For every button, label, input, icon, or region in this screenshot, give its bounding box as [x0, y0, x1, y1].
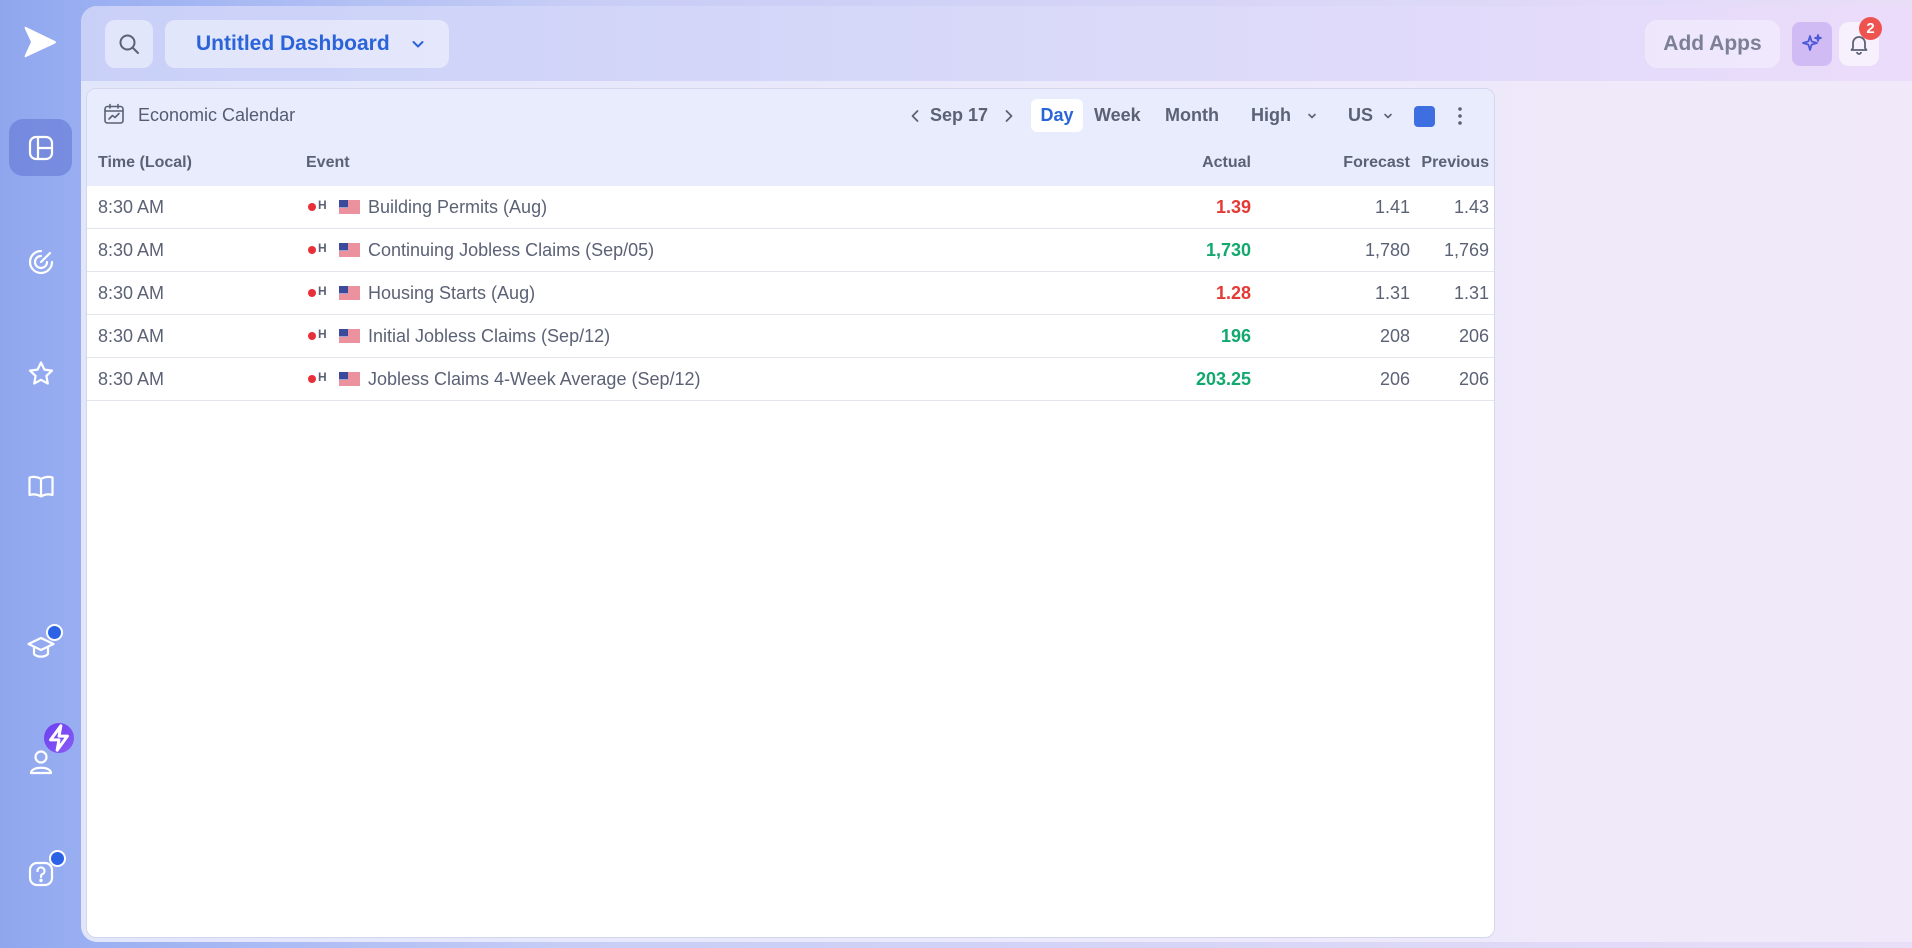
dashboard-selector[interactable]: Untitled Dashboard	[165, 20, 449, 68]
actual-value: 1,730	[1205, 240, 1251, 260]
actual-value: 203.25	[1195, 369, 1251, 389]
importance-label: H	[318, 284, 327, 298]
importance-label: H	[318, 327, 327, 341]
sidebar-item-profile[interactable]	[9, 723, 74, 790]
table-row[interactable]: 8:30 AM H Initial Jobless Claims (Sep/12…	[87, 315, 1494, 358]
widget-title: Economic Calendar	[138, 105, 296, 125]
new-badge	[46, 624, 63, 641]
table-row[interactable]: 8:30 AM H Continuing Jobless Claims (Sep…	[87, 229, 1494, 272]
actual-value: 196	[1220, 326, 1251, 346]
previous-value: 206	[1458, 326, 1489, 346]
table-row[interactable]: 8:30 AM H Housing Starts (Aug) 1.28 1.31…	[87, 272, 1494, 315]
widget-color-swatch[interactable]	[1414, 106, 1435, 127]
previous-value: 1.31	[1453, 283, 1489, 303]
view-week-tab[interactable]: Week	[1094, 105, 1141, 126]
prev-date-button[interactable]	[907, 107, 923, 125]
economic-calendar-widget: Economic Calendar Sep 17 Day Week Month …	[86, 88, 1495, 938]
actual-value: 1.39	[1215, 197, 1251, 217]
app-logo[interactable]	[22, 24, 58, 60]
widget-header: Economic Calendar Sep 17 Day Week Month …	[87, 89, 1494, 186]
importance-dot	[308, 203, 316, 211]
event-name: Initial Jobless Claims (Sep/12)	[368, 326, 611, 346]
search-button[interactable]	[105, 20, 153, 68]
view-day-tab[interactable]: Day	[1031, 99, 1083, 132]
book-icon	[27, 475, 54, 498]
chevron-down-icon	[1384, 113, 1392, 119]
bolt-icon	[49, 724, 69, 752]
previous-value: 1.43	[1453, 197, 1489, 217]
next-date-button[interactable]	[1001, 107, 1017, 125]
importance-label: H	[318, 198, 327, 212]
view-month-tab[interactable]: Month	[1165, 105, 1219, 126]
table-row[interactable]: 8:30 AM H Jobless Claims 4-Week Average …	[87, 358, 1494, 401]
event-name: Continuing Jobless Claims (Sep/05)	[368, 240, 655, 260]
previous-value: 206	[1458, 369, 1489, 389]
top-bar: Untitled Dashboard Add Apps 2	[81, 6, 1912, 81]
sidebar-item-learn[interactable]	[9, 619, 72, 676]
us-flag-icon	[339, 372, 360, 386]
us-flag-icon	[339, 243, 360, 257]
column-header-actual: Actual	[1202, 154, 1251, 171]
bolt-badge	[44, 723, 74, 753]
sidebar	[0, 0, 81, 948]
main-area: Untitled Dashboard Add Apps 2 Economic C…	[81, 6, 1912, 942]
event-time: 8:30 AM	[98, 326, 165, 346]
sparkle-icon	[1802, 34, 1822, 51]
ai-assistant-button[interactable]	[1792, 22, 1832, 66]
country-filter[interactable]: US	[1348, 105, 1373, 126]
table-row[interactable]: 8:30 AM H Building Permits (Aug) 1.39 1.…	[87, 186, 1494, 229]
column-header-event: Event	[306, 154, 350, 171]
event-time: 8:30 AM	[98, 283, 165, 303]
star-icon	[28, 360, 53, 385]
actual-value: 1.28	[1215, 283, 1251, 303]
chevron-down-icon	[1308, 113, 1316, 119]
importance-filter[interactable]: High	[1251, 105, 1291, 126]
calendar-chart-icon	[104, 103, 124, 124]
column-header-previous: Previous	[1421, 154, 1489, 171]
previous-value: 1,769	[1443, 240, 1489, 260]
event-time: 8:30 AM	[98, 197, 165, 217]
radar-icon	[28, 249, 53, 274]
importance-dot	[308, 246, 316, 254]
current-date[interactable]: Sep 17	[930, 105, 988, 126]
chevron-down-icon	[412, 41, 424, 48]
add-apps-button[interactable]: Add Apps	[1645, 20, 1780, 68]
event-time: 8:30 AM	[98, 240, 165, 260]
dashboard-icon	[28, 135, 53, 160]
sidebar-item-favorites[interactable]	[9, 345, 72, 402]
importance-dot	[308, 332, 316, 340]
new-badge	[49, 850, 66, 867]
event-name: Jobless Claims 4-Week Average (Sep/12)	[368, 369, 701, 389]
dashboard-title: Untitled Dashboard	[196, 32, 390, 55]
notification-count-badge: 2	[1859, 17, 1882, 40]
event-name: Housing Starts (Aug)	[368, 283, 536, 303]
column-header-time: Time (Local)	[98, 154, 192, 171]
importance-dot	[308, 289, 316, 297]
sidebar-item-library[interactable]	[9, 457, 72, 514]
us-flag-icon	[339, 329, 360, 343]
sidebar-item-radar[interactable]	[9, 233, 72, 290]
importance-label: H	[318, 370, 327, 384]
sidebar-item-help[interactable]	[9, 845, 72, 902]
event-name: Building Permits (Aug)	[368, 197, 548, 217]
importance-dot	[308, 375, 316, 383]
us-flag-icon	[339, 286, 360, 300]
search-icon	[119, 34, 139, 54]
importance-label: H	[318, 241, 327, 255]
us-flag-icon	[339, 200, 360, 214]
sidebar-item-dashboard[interactable]	[9, 119, 72, 176]
more-options-icon[interactable]	[1456, 105, 1464, 127]
event-time: 8:30 AM	[98, 369, 165, 389]
